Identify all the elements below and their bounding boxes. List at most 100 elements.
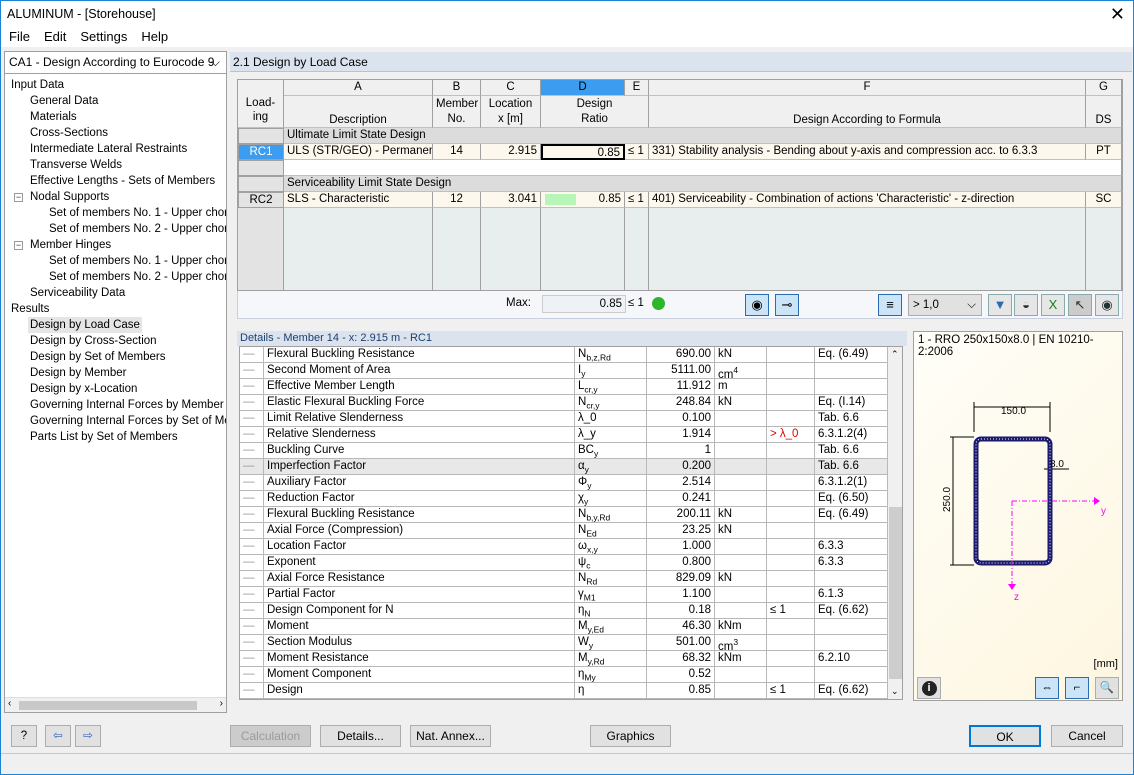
formula-cell[interactable]: 401) Serviceability - Combination of act… (649, 192, 1086, 208)
row-header-rc2[interactable]: RC2 (238, 192, 284, 208)
description-cell[interactable]: SLS - Characteristic (284, 192, 433, 208)
zoom-reset-button[interactable]: 🔍 (1095, 677, 1119, 699)
tree-item[interactable]: Parts List by Set of Members (28, 429, 180, 445)
detail-row[interactable]: — Moment Resistance My,Rd 68.32 kNm 6.2.10 (240, 651, 888, 667)
toolbar-button[interactable]: ◒ (1014, 294, 1038, 316)
detail-row[interactable]: — Flexural Buckling Resistance Nb,y,Rd 200.… (240, 507, 888, 523)
scroll-down-icon[interactable]: ⌄ (891, 686, 899, 697)
detail-row[interactable]: — Second Moment of Area Iy 5111.00 cm4 (240, 363, 888, 379)
scroll-left-icon[interactable]: ‹ (8, 698, 11, 709)
close-icon[interactable]: ✕ (1110, 1, 1125, 27)
description-cell[interactable]: ULS (STR/GEO) - Permanent (284, 144, 433, 160)
tree-item[interactable]: Set of members No. 1 - Upper chord (47, 205, 226, 221)
scroll-thumb[interactable] (889, 507, 902, 679)
detail-row[interactable]: — Reduction Factor χy 0.241 Eq. (6.50) (240, 491, 888, 507)
graphics-button[interactable]: Graphics (590, 725, 671, 747)
detail-row[interactable]: — Design η 0.85 ≤ 1 Eq. (6.62) (240, 683, 888, 699)
tree-item[interactable]: Materials (28, 109, 79, 125)
tree-item[interactable]: Transverse Welds (28, 157, 124, 173)
menu-edit[interactable]: Edit (44, 27, 66, 47)
detail-row[interactable]: — Imperfection Factor αy 0.200 Tab. 6.6 (240, 459, 888, 475)
toolbar-button[interactable]: ⊸ (775, 294, 799, 316)
collapse-icon[interactable]: − (14, 193, 23, 202)
row-header[interactable] (238, 160, 284, 176)
detail-row[interactable]: — Buckling Curve BCy 1 Tab. 6.6 (240, 443, 888, 459)
toolbar-button[interactable]: ↖ (1068, 294, 1092, 316)
tree-item[interactable]: Governing Internal Forces by Set of Memb… (28, 413, 226, 429)
detail-row[interactable]: — Flexural Buckling Resistance Nb,z,Rd 690.… (240, 347, 888, 363)
menu-settings[interactable]: Settings (80, 27, 127, 47)
detail-row[interactable]: — Design Component for NηN 0.18 ≤ 1 Eq. (6.6… (240, 603, 888, 619)
ratio-cell[interactable]: 0.85 (541, 144, 625, 160)
help-button[interactable]: ? (11, 725, 37, 747)
tree-item[interactable]: Design by x-Location (28, 381, 139, 397)
previous-button[interactable]: ⇦ (45, 725, 71, 747)
tree-item[interactable]: Design by Set of Members (28, 349, 168, 365)
detail-row[interactable]: — Section Modulus Wy 501.00 cm3 (240, 635, 888, 651)
member-cell[interactable]: 12 (433, 192, 481, 208)
location-cell[interactable]: 3.041 (481, 192, 541, 208)
horizontal-scrollbar[interactable]: ‹ › (5, 697, 226, 712)
detail-row[interactable]: — Partial Factor γM1 1.100 6.1.3 (240, 587, 888, 603)
formula-cell[interactable]: 331) Stability analysis - Bending about … (649, 144, 1086, 160)
detail-row[interactable]: — Relative Slenderness λ_y 1.914 > λ_0 6.3.1.… (240, 427, 888, 443)
column-letter-b[interactable]: B (433, 80, 481, 96)
detail-row[interactable]: — Moment My,Ed 46.30 kNm (240, 619, 888, 635)
column-letter-e[interactable]: E (625, 80, 649, 96)
vertical-scrollbar[interactable]: ⌃ ⌄ (888, 347, 902, 699)
row-header[interactable] (238, 128, 284, 144)
filter-select[interactable]: > 1,0 ⌵ (908, 294, 982, 316)
column-letter-c[interactable]: C (481, 80, 541, 96)
tree-item[interactable]: Governing Internal Forces by Member (28, 397, 226, 413)
show-dimensions-button[interactable]: ⇔ (1035, 677, 1059, 699)
column-letter-g[interactable]: G (1086, 80, 1122, 96)
show-axes-button[interactable]: ⌐ (1065, 677, 1089, 699)
location-cell[interactable]: 2.915 (481, 144, 541, 160)
next-button[interactable]: ⇨ (75, 725, 101, 747)
tree-item[interactable]: Nodal Supports (28, 189, 111, 205)
detail-row[interactable]: — Exponent ψc 0.800 6.3.3 (240, 555, 888, 571)
nat-annex-button[interactable]: Nat. Annex... (410, 725, 491, 747)
ratio-cell[interactable]: 0.85 (541, 192, 625, 208)
detail-row[interactable]: — Location Factor ωx,y 1.000 6.3.3 (240, 539, 888, 555)
scroll-right-icon[interactable]: › (220, 698, 223, 709)
tree-item[interactable]: Effective Lengths - Sets of Members (28, 173, 217, 189)
column-letter-a[interactable]: A (284, 80, 433, 96)
calculation-button[interactable]: Calculation (230, 725, 311, 747)
tree-item[interactable]: Member Hinges (28, 237, 113, 253)
detail-row[interactable]: — Effective Member Length Lcr,y 11.912 m (240, 379, 888, 395)
scroll-up-icon[interactable]: ⌃ (891, 349, 899, 360)
tree-item[interactable]: Design by Cross-Section (28, 333, 159, 349)
tree-item[interactable]: Serviceability Data (28, 285, 127, 301)
toolbar-button[interactable]: ▼ (988, 294, 1012, 316)
detail-row[interactable]: — Axial Force (Compression) NEd 23.25 kN (240, 523, 888, 539)
row-header-rc1[interactable]: RC1 (238, 144, 284, 160)
tree-item[interactable]: General Data (28, 93, 100, 109)
toolbar-button[interactable]: ≡ (878, 294, 902, 316)
tree-item[interactable]: Results (9, 301, 51, 317)
detail-row[interactable]: — Moment Component ηMy 0.52 (240, 667, 888, 683)
menu-help[interactable]: Help (141, 27, 168, 47)
tree-item[interactable]: Design by Member (28, 365, 129, 381)
collapse-icon[interactable]: − (14, 241, 23, 250)
toolbar-button[interactable]: ◉ (1095, 294, 1119, 316)
detail-row[interactable]: — Limit Relative Slenderness λ_0 0.100 Tab. … (240, 411, 888, 427)
column-letter-d[interactable]: D (541, 80, 625, 96)
tree-item[interactable]: Set of members No. 1 - Upper chord (47, 253, 226, 269)
detail-row[interactable]: — Elastic Flexural Buckling Force Ncr,y 248… (240, 395, 888, 411)
toolbar-button[interactable]: ◉ (745, 294, 769, 316)
tree-item[interactable]: Input Data (9, 77, 66, 93)
case-combo[interactable]: CA1 - Design According to Eurocode 9 ⌵ (5, 52, 226, 74)
cancel-button[interactable]: Cancel (1051, 725, 1123, 747)
tree-item[interactable]: Cross-Sections (28, 125, 110, 141)
ok-button[interactable]: OK (969, 725, 1041, 747)
tree-item[interactable]: Design by Load Case (28, 317, 142, 333)
info-button[interactable]: i (917, 677, 941, 699)
details-button[interactable]: Details... (320, 725, 401, 747)
tree-item[interactable]: Set of members No. 2 - Upper chord (47, 221, 226, 237)
scroll-thumb[interactable] (19, 701, 197, 710)
menu-file[interactable]: File (9, 27, 30, 47)
toolbar-button[interactable]: X (1041, 294, 1065, 316)
tree-item[interactable]: Intermediate Lateral Restraints (28, 141, 189, 157)
detail-row[interactable]: — Axial Force Resistance NRd 829.09 kN (240, 571, 888, 587)
